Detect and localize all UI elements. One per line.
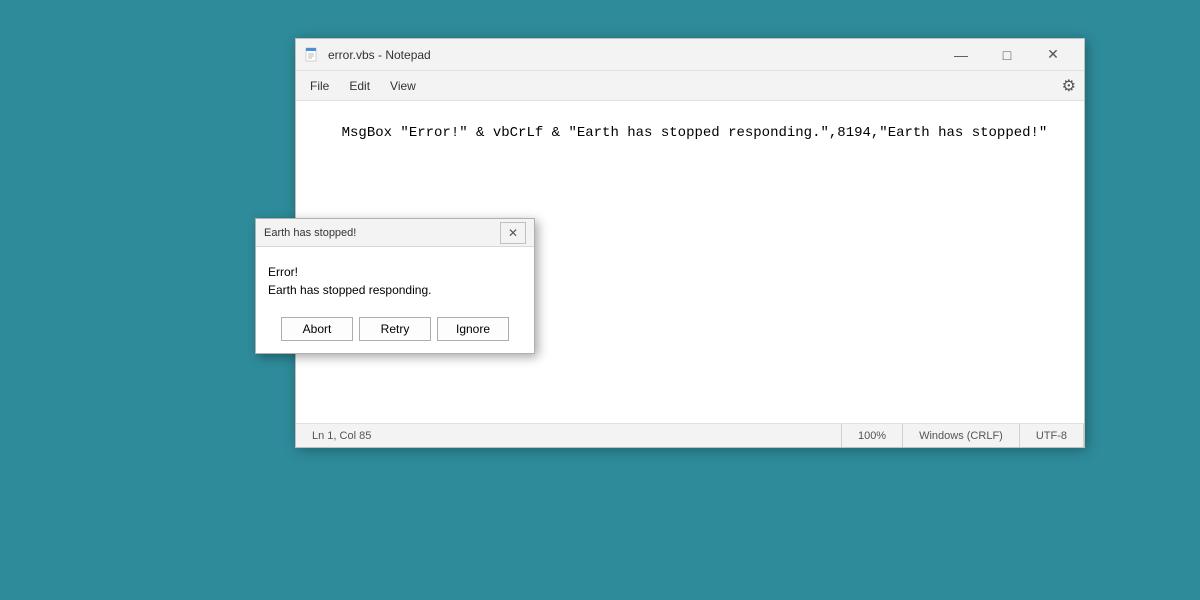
error-dialog: Earth has stopped! ✕ Error! Earth has st…	[255, 218, 535, 354]
dialog-content: Error! Earth has stopped responding.	[256, 247, 534, 307]
ignore-button[interactable]: Ignore	[437, 317, 509, 341]
dialog-titlebar: Earth has stopped! ✕	[256, 219, 534, 247]
abort-button[interactable]: Abort	[281, 317, 353, 341]
menu-edit[interactable]: Edit	[339, 75, 380, 97]
retry-button[interactable]: Retry	[359, 317, 431, 341]
dialog-close-button[interactable]: ✕	[500, 222, 526, 244]
notepad-title: error.vbs - Notepad	[328, 48, 938, 62]
status-encoding: UTF-8	[1020, 424, 1084, 447]
minimize-button[interactable]: —	[938, 39, 984, 71]
status-zoom: 100%	[842, 424, 903, 447]
menu-view[interactable]: View	[380, 75, 426, 97]
maximize-button[interactable]: □	[984, 39, 1030, 71]
notepad-app-icon	[304, 47, 320, 63]
dialog-buttons: Abort Retry Ignore	[256, 307, 534, 353]
close-button[interactable]: ✕	[1030, 39, 1076, 71]
dialog-message-line1: Error!	[268, 263, 522, 281]
editor-content: MsgBox "Error!" & vbCrLf & "Earth has st…	[342, 125, 1048, 141]
notepad-menubar: File Edit View ⚙	[296, 71, 1084, 101]
menu-file[interactable]: File	[300, 75, 339, 97]
titlebar-buttons: — □ ✕	[938, 39, 1076, 71]
status-line-ending: Windows (CRLF)	[903, 424, 1020, 447]
settings-icon[interactable]: ⚙	[1062, 76, 1076, 96]
dialog-message-line2: Earth has stopped responding.	[268, 281, 522, 299]
notepad-titlebar: error.vbs - Notepad — □ ✕	[296, 39, 1084, 71]
status-position: Ln 1, Col 85	[296, 424, 842, 447]
notepad-statusbar: Ln 1, Col 85 100% Windows (CRLF) UTF-8	[296, 423, 1084, 447]
dialog-title: Earth has stopped!	[264, 227, 500, 239]
